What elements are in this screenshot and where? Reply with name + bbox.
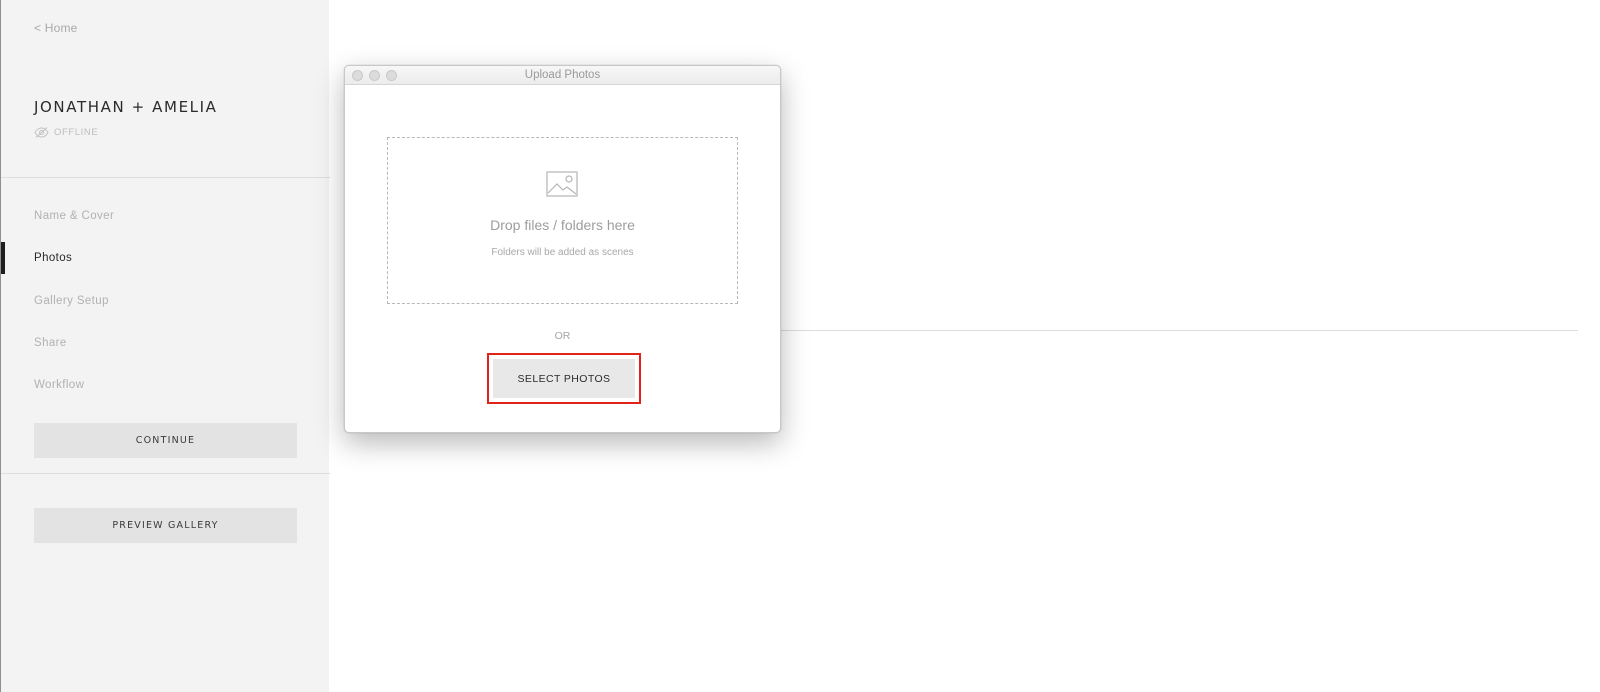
- sidebar: < Home JONATHAN + AMELIA OFFLINE Name & …: [0, 0, 330, 692]
- sidebar-item-name-cover[interactable]: Name & Cover: [1, 200, 330, 232]
- app-window: < Home JONATHAN + AMELIA OFFLINE Name & …: [0, 0, 1600, 692]
- drop-heading: Drop files / folders here: [490, 217, 635, 233]
- gallery-title: JONATHAN + AMELIA: [34, 98, 218, 116]
- offline-status: OFFLINE: [34, 127, 98, 138]
- upload-photos-dialog: Upload Photos Drop files / folders here …: [344, 65, 781, 433]
- drop-zone[interactable]: Drop files / folders here Folders will b…: [387, 137, 738, 304]
- sidebar-divider: [1, 177, 330, 178]
- continue-button[interactable]: CONTINUE: [34, 423, 297, 458]
- status-label: OFFLINE: [54, 127, 99, 138]
- dialog-titlebar[interactable]: Upload Photos: [345, 66, 780, 85]
- sidebar-item-workflow[interactable]: Workflow: [1, 369, 330, 401]
- sidebar-item-share[interactable]: Share: [1, 327, 330, 359]
- main-divider: [778, 330, 1578, 331]
- select-photos-button[interactable]: SELECT PHOTOS: [493, 359, 635, 398]
- dialog-title: Upload Photos: [524, 69, 601, 81]
- sidebar-item-photos[interactable]: Photos: [1, 242, 330, 274]
- sidebar-divider-lower: [1, 473, 330, 474]
- home-link[interactable]: < Home: [34, 21, 78, 35]
- sidebar-item-gallery-setup[interactable]: Gallery Setup: [1, 285, 330, 317]
- drop-subtext: Folders will be added as scenes: [491, 247, 634, 258]
- select-photos-highlight: SELECT PHOTOS: [487, 353, 641, 404]
- or-separator: OR: [554, 330, 571, 342]
- image-icon: [546, 171, 578, 202]
- preview-gallery-button[interactable]: PREVIEW GALLERY: [34, 508, 297, 543]
- eye-slash-icon: [34, 127, 49, 138]
